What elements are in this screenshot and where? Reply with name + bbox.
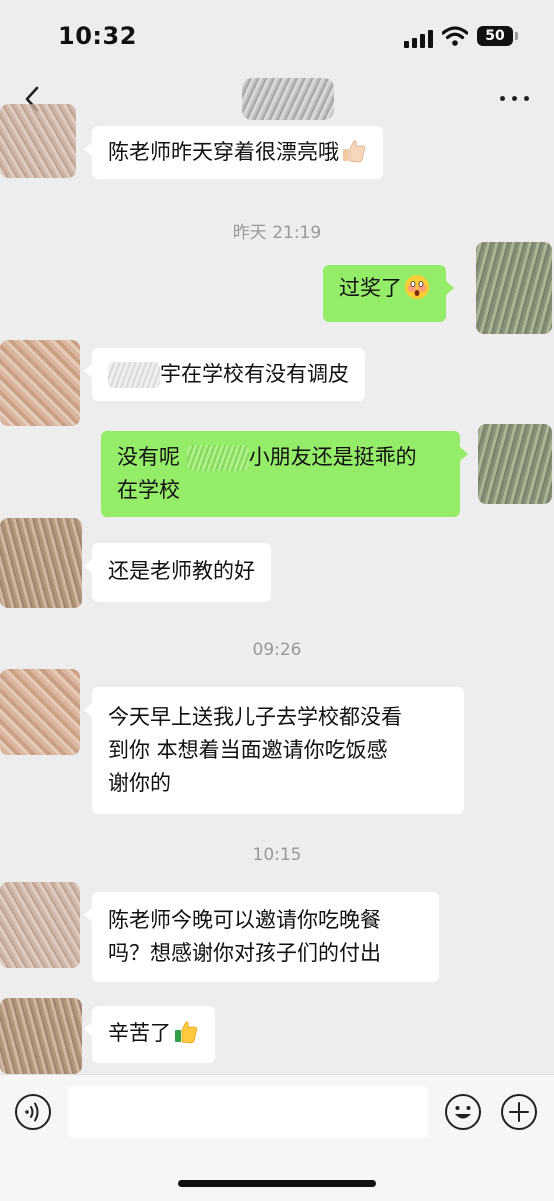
timestamp: 昨天 21:19: [232, 223, 322, 243]
blurred-name: [108, 362, 160, 388]
chat-message-list[interactable]: 陈老师昨天穿着很漂亮哦 昨天 21:19 过奖了 宇在学校有没有调皮 没有呢 小…: [0, 104, 554, 1074]
my-avatar[interactable]: [476, 242, 552, 334]
wifi-icon: [442, 26, 468, 46]
signal-icon: [404, 30, 434, 48]
message-text-line: 吗？想感谢你对孩子们的付出: [108, 941, 381, 965]
status-time: 10:32: [58, 22, 137, 50]
timestamp: 09:26: [252, 640, 302, 660]
more-options-icon[interactable]: [498, 92, 532, 106]
message-bubble-incoming[interactable]: 宇在学校有没有调皮: [84, 348, 365, 401]
message-bubble-incoming[interactable]: 陈老师昨天穿着很漂亮哦: [84, 126, 383, 179]
message-text-line: 没有呢 小朋友还是挺乖的: [117, 445, 417, 471]
battery-icon: 50: [477, 26, 518, 46]
voice-input-icon[interactable]: [14, 1093, 52, 1131]
message-text-line: 陈老师今晚可以邀请你吃晚餐: [108, 908, 381, 932]
contact-avatar[interactable]: [0, 998, 82, 1074]
battery-level: 50: [485, 28, 505, 44]
timestamp: 10:15: [252, 845, 302, 865]
thumbs-up-icon: [343, 140, 366, 163]
message-text-line: 今天早上送我儿子去学校都没看: [108, 705, 402, 729]
message-bubble-incoming[interactable]: 陈老师今晚可以邀请你吃晚餐 吗？想感谢你对孩子们的付出: [84, 892, 439, 982]
chat-title-blurred: [242, 78, 334, 120]
message-text: 过奖了: [339, 276, 402, 300]
contact-avatar[interactable]: [0, 882, 80, 968]
plus-icon[interactable]: [500, 1093, 538, 1131]
message-text: 辛苦了: [108, 1021, 171, 1045]
message-text-line: 在学校: [117, 478, 180, 502]
message-bubble-outgoing[interactable]: 没有呢 小朋友还是挺乖的 在学校: [101, 431, 468, 517]
nav-bar: [0, 72, 554, 126]
message-bubble-incoming[interactable]: 今天早上送我儿子去学校都没看 到你 本想着当面邀请你吃饭感 谢你的: [84, 687, 464, 814]
thumbs-up-icon: [175, 1021, 198, 1044]
message-bubble-incoming[interactable]: 还是老师教的好: [84, 543, 271, 602]
message-text: 宇在学校有没有调皮: [160, 362, 349, 386]
message-text: 陈老师昨天穿着很漂亮哦: [108, 140, 339, 164]
my-avatar[interactable]: [478, 424, 552, 504]
blurred-name: [186, 445, 249, 471]
home-indicator: [178, 1180, 376, 1187]
contact-avatar[interactable]: [0, 104, 76, 178]
status-bar: 10:32 50: [0, 0, 554, 72]
emoji-icon[interactable]: [444, 1093, 482, 1131]
message-input[interactable]: [68, 1085, 428, 1139]
message-bubble-outgoing[interactable]: 过奖了: [323, 265, 454, 322]
message-text-line: 到你 本想着当面邀请你吃饭感: [108, 738, 388, 762]
message-bubble-incoming[interactable]: 辛苦了: [84, 1006, 215, 1063]
message-text: 还是老师教的好: [108, 559, 255, 583]
contact-avatar[interactable]: [0, 518, 82, 608]
shy-face-icon: [405, 275, 429, 299]
contact-avatar[interactable]: [0, 669, 80, 755]
message-text-line: 谢你的: [108, 771, 171, 795]
contact-avatar[interactable]: [0, 340, 80, 426]
